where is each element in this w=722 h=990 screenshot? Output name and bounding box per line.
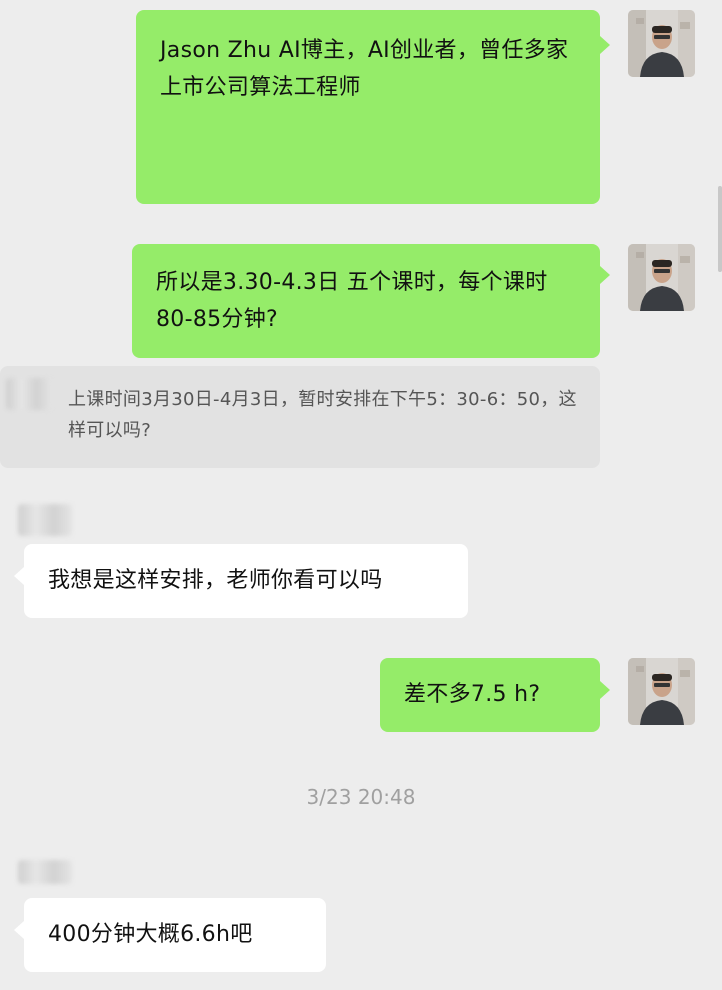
message-text: 差不多7.5 h? — [404, 682, 541, 707]
outgoing-message-bubble[interactable]: 差不多7.5 h? — [380, 658, 600, 732]
bubble-tail — [600, 681, 610, 699]
sender-name — [18, 504, 72, 536]
bubble-tail — [600, 266, 610, 284]
avatar[interactable] — [628, 244, 695, 311]
timestamp: 3/23 20:48 — [306, 785, 416, 809]
sender-name — [18, 860, 72, 884]
avatar[interactable] — [628, 10, 695, 77]
scrollbar[interactable] — [718, 186, 722, 272]
incoming-message-bubble[interactable]: 我想是这样安排，老师你看可以吗 — [24, 544, 468, 618]
outgoing-message-bubble[interactable]: 所以是3.30-4.3日 五个课时，每个课时80-85分钟? — [132, 244, 600, 358]
outgoing-message-bubble[interactable]: Jason Zhu AI博主，AI创业者，曾任多家上市公司算法工程师 — [136, 10, 600, 204]
quoted-message-text: 上课时间3月30日-4月3日，暂时安排在下午5：30-6：50，这样可以吗? — [68, 389, 577, 441]
user-avatar-icon — [628, 244, 695, 311]
quoted-message[interactable]: 上课时间3月30日-4月3日，暂时安排在下午5：30-6：50，这样可以吗? — [0, 366, 600, 468]
avatar[interactable] — [628, 658, 695, 725]
message-text: 400分钟大概6.6h吧 — [48, 922, 253, 947]
incoming-message-bubble[interactable]: 400分钟大概6.6h吧 — [24, 898, 326, 972]
user-avatar-icon — [628, 658, 695, 725]
quoted-sender-name — [6, 378, 52, 410]
bubble-tail — [600, 36, 610, 54]
bubble-tail — [14, 567, 24, 585]
user-avatar-icon — [628, 10, 695, 77]
message-text: 所以是3.30-4.3日 五个课时，每个课时80-85分钟? — [156, 270, 548, 332]
bubble-tail — [14, 921, 24, 939]
message-text: 我想是这样安排，老师你看可以吗 — [48, 568, 383, 593]
message-text: Jason Zhu AI博主，AI创业者，曾任多家上市公司算法工程师 — [160, 38, 569, 100]
